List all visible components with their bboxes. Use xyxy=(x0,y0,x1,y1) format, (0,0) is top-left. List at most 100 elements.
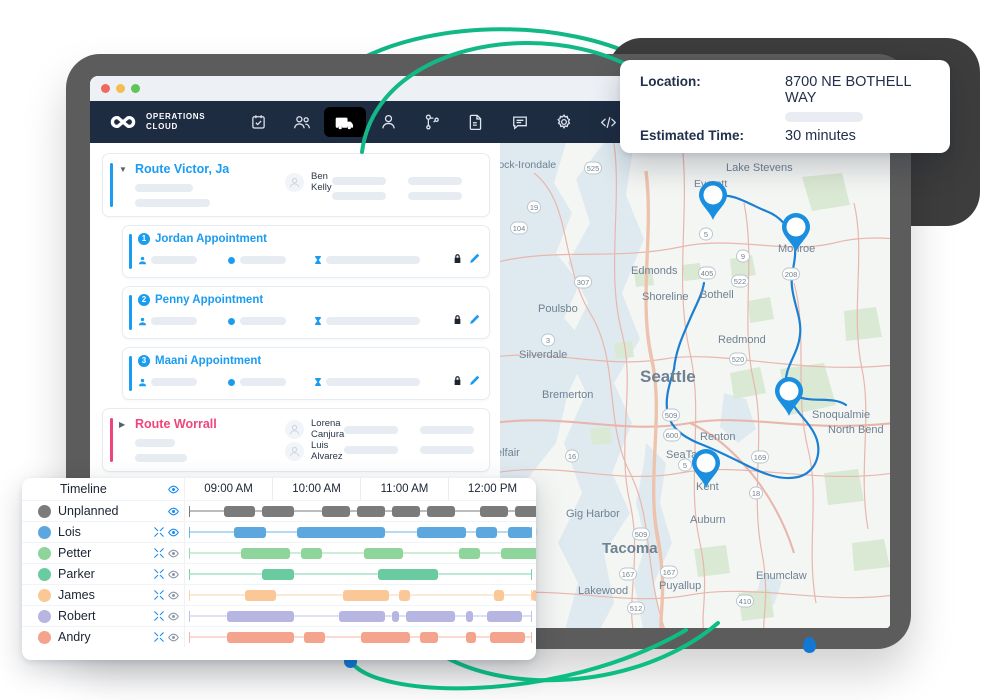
timeline-bar[interactable] xyxy=(507,526,533,538)
expand-icon[interactable] xyxy=(154,548,164,558)
window-close-button[interactable] xyxy=(101,84,110,93)
appointment-card-1[interactable]: 1 Jordan Appointment xyxy=(122,225,490,278)
map-panel[interactable]: 525 19 104 5 9 307 405 522 208 3 520 600 509 16 169 5 18… xyxy=(494,143,890,628)
route-card-victor[interactable]: ▼ Route Victor, Ja Ben Kelly xyxy=(102,153,490,217)
pencil-icon[interactable] xyxy=(469,373,480,391)
route-title[interactable]: Route Worrall xyxy=(135,417,285,432)
pencil-icon[interactable] xyxy=(469,251,480,269)
timeline-panel[interactable]: Timeline 09:00 AM 10:00 AM 11:00 AM 12:00 P… xyxy=(22,478,536,660)
appointment-skeleton xyxy=(240,256,286,264)
expand-icon[interactable] xyxy=(154,569,164,579)
appointment-title[interactable]: Jordan Appointment xyxy=(155,233,267,245)
timeline-row-unplanned[interactable]: Unplanned xyxy=(22,500,536,521)
route-title[interactable]: Route Victor, Ja xyxy=(135,162,285,177)
timeline-bar[interactable] xyxy=(476,526,498,538)
timeline-bar[interactable] xyxy=(486,610,522,622)
timeline-bar[interactable] xyxy=(500,547,536,559)
lock-icon[interactable] xyxy=(453,373,462,391)
timeline-bar[interactable] xyxy=(300,547,322,559)
timeline-bar[interactable] xyxy=(342,589,389,601)
pencil-icon[interactable] xyxy=(469,312,480,330)
appointment-title[interactable]: Penny Appointment xyxy=(155,294,263,306)
nav-item-routes[interactable] xyxy=(324,107,366,137)
eye-icon[interactable] xyxy=(168,548,179,559)
timeline-bar[interactable] xyxy=(262,568,294,580)
route-expand-caret[interactable]: ▼ xyxy=(119,162,135,174)
appointment-card-3[interactable]: 3 Maani Appointment xyxy=(122,347,490,400)
timeline-bar[interactable] xyxy=(399,589,410,601)
timeline-bar[interactable] xyxy=(532,589,536,601)
timeline-bar[interactable] xyxy=(356,505,386,517)
nav-item-scheduling[interactable] xyxy=(236,107,280,137)
eye-icon[interactable] xyxy=(168,569,179,580)
expand-icon[interactable] xyxy=(154,527,164,537)
timeline-bar[interactable] xyxy=(244,589,277,601)
appointment-title[interactable]: Maani Appointment xyxy=(155,355,261,367)
timeline-row-lois[interactable]: Lois xyxy=(22,521,536,542)
timeline-bar[interactable] xyxy=(465,610,473,622)
nav-item-teams[interactable] xyxy=(280,107,324,137)
timeline-bar[interactable] xyxy=(465,631,477,643)
timeline-bar[interactable] xyxy=(304,631,326,643)
timeline-row-james[interactable]: James xyxy=(22,584,536,605)
nav-item-workflows[interactable] xyxy=(410,107,454,137)
timeline-row-track[interactable] xyxy=(184,627,536,647)
timeline-row-track[interactable] xyxy=(184,543,536,563)
timeline-bar[interactable] xyxy=(364,547,403,559)
timeline-bar[interactable] xyxy=(427,505,456,517)
timeline-bar[interactable] xyxy=(392,610,400,622)
appointment-card-2[interactable]: 2 Penny Appointment xyxy=(122,286,490,339)
timeline-row-robert[interactable]: Robert xyxy=(22,605,536,626)
timeline-bar[interactable] xyxy=(339,610,386,622)
map-label: Gig Harbor xyxy=(566,508,620,520)
timeline-bar[interactable] xyxy=(297,526,386,538)
timeline-bar[interactable] xyxy=(262,505,294,517)
timeline-row-andry[interactable]: Andry xyxy=(22,626,536,647)
timeline-bar[interactable] xyxy=(416,526,466,538)
timeline-row-petter[interactable]: Petter xyxy=(22,542,536,563)
window-minimize-button[interactable] xyxy=(116,84,125,93)
timeline-bar[interactable] xyxy=(493,589,505,601)
timeline-bar[interactable] xyxy=(223,505,256,517)
timeline-row-track[interactable] xyxy=(184,606,536,626)
eye-icon[interactable] xyxy=(168,611,179,622)
window-maximize-button[interactable] xyxy=(131,84,140,93)
timeline-row-track[interactable] xyxy=(184,501,536,521)
timeline-bar[interactable] xyxy=(458,547,480,559)
eye-icon[interactable] xyxy=(168,590,179,601)
nav-item-contacts[interactable] xyxy=(366,107,410,137)
timeline-row-track[interactable] xyxy=(184,585,536,605)
eye-icon[interactable] xyxy=(168,506,179,517)
eye-icon[interactable] xyxy=(168,632,179,643)
route-card-worrall[interactable]: ▶ Route Worrall Lorena Canjura Luis Alva… xyxy=(102,408,490,472)
timeline-row-track[interactable] xyxy=(184,522,536,542)
timeline-bar[interactable] xyxy=(406,610,456,622)
timeline-bar[interactable] xyxy=(490,631,526,643)
lock-icon[interactable] xyxy=(453,251,462,269)
app-logo[interactable]: OPERATIONS CLOUD xyxy=(100,112,236,132)
timeline-bar[interactable] xyxy=(420,631,438,643)
route-person: Ben Kelly xyxy=(285,171,332,193)
nav-item-settings[interactable] xyxy=(542,107,586,137)
timeline-bar[interactable] xyxy=(479,505,508,517)
eye-icon[interactable] xyxy=(168,527,179,538)
nav-item-documents[interactable] xyxy=(454,107,498,137)
route-expand-caret[interactable]: ▶ xyxy=(119,417,135,429)
timeline-bar[interactable] xyxy=(227,631,294,643)
expand-icon[interactable] xyxy=(154,611,164,621)
eye-icon[interactable] xyxy=(168,484,179,495)
timeline-bar[interactable] xyxy=(392,505,421,517)
timeline-row-parker[interactable]: Parker xyxy=(22,563,536,584)
timeline-bar[interactable] xyxy=(378,568,438,580)
expand-icon[interactable] xyxy=(154,590,164,600)
timeline-bar[interactable] xyxy=(514,505,536,517)
timeline-bar[interactable] xyxy=(234,526,266,538)
nav-item-messages[interactable] xyxy=(498,107,542,137)
timeline-row-track[interactable] xyxy=(184,564,536,584)
expand-icon[interactable] xyxy=(154,632,164,642)
timeline-bar[interactable] xyxy=(227,610,294,622)
timeline-bar[interactable] xyxy=(360,631,410,643)
timeline-bar[interactable] xyxy=(241,547,291,559)
lock-icon[interactable] xyxy=(453,312,462,330)
timeline-bar[interactable] xyxy=(321,505,350,517)
